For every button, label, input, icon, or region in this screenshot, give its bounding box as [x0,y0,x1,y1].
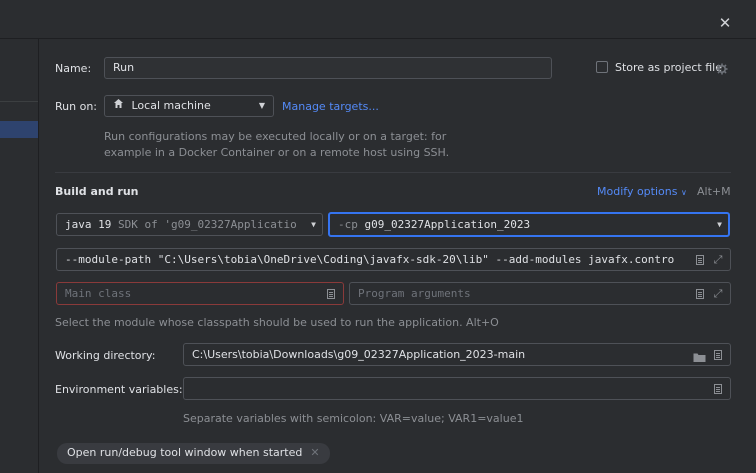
open-tool-window-option-chip[interactable]: Open run/debug tool window when started ✕ [57,443,330,464]
modify-options-label: Modify options [597,185,678,198]
manage-targets-link[interactable]: Manage targets... [282,100,379,113]
main-class-input[interactable]: Main class [56,282,344,305]
name-input[interactable]: Run [104,57,552,79]
vm-options-value: --module-path "C:\Users\tobia\OneDrive\C… [65,253,675,266]
document-icon[interactable] [714,350,722,360]
jdk-java-version: java 19 [65,218,112,231]
document-icon[interactable] [327,289,335,299]
home-icon [113,96,124,116]
dialog-title-bar [0,0,756,39]
document-icon[interactable] [714,384,722,394]
run-on-hint-line1: Run configurations may be executed local… [104,130,447,143]
program-arguments-placeholder: Program arguments [358,287,471,300]
open-tool-window-option-label: Open run/debug tool window when started [67,446,303,459]
chevron-down-icon: ▼ [308,214,316,235]
section-title: Build and run [55,185,139,198]
chevron-down-icon: ∨ [680,188,687,197]
working-directory-label: Working directory: [55,349,156,362]
chevron-down-icon: ▼ [258,101,265,110]
jdk-description: SDK of 'g09_02327Applicatio [117,218,297,231]
sidebar-divider [0,101,38,102]
working-directory-value: C:\Users\tobia\Downloads\g09_02327Applic… [192,348,526,361]
classpath-prefix: -cp [338,218,358,231]
expand-icon[interactable]: ⤢ [712,254,724,266]
document-icon[interactable] [696,289,704,299]
environment-variables-input[interactable] [183,377,731,400]
gear-icon[interactable] [716,63,728,78]
sidebar-selected-configuration[interactable] [0,121,38,138]
main-class-placeholder: Main class [65,287,132,300]
close-icon[interactable]: ✕ [310,446,319,459]
run-on-value: Local machine [131,99,211,112]
expand-icon[interactable]: ⤢ [712,288,724,300]
classpath-module-select[interactable]: -cp g09_02327Application_2023 ▼ [328,212,730,237]
document-icon[interactable] [696,255,704,265]
run-on-hint-line2: example in a Docker Container or on a re… [104,146,450,159]
store-as-project-file-label: Store as project file [615,61,722,74]
environment-variables-label: Environment variables: [55,383,183,396]
run-configuration-form: Name: Run Store as project file Run on: … [39,39,756,473]
program-arguments-input[interactable]: Program arguments ⤢ [349,282,731,305]
name-label: Name: [55,62,92,75]
configurations-sidebar [0,39,39,473]
jdk-select[interactable]: java 19 SDK of 'g09_02327Applicatio ▼ [56,213,323,236]
section-divider [55,172,731,173]
run-on-select[interactable]: Local machine ▼ [104,95,274,117]
environment-variables-hint: Separate variables with semicolon: VAR=v… [183,412,524,425]
chevron-down-icon: ▼ [717,220,722,229]
classpath-module-value: g09_02327Application_2023 [364,218,531,231]
vm-options-input[interactable]: --module-path "C:\Users\tobia\OneDrive\C… [56,248,731,271]
folder-icon[interactable] [693,349,706,365]
modify-options-link[interactable]: Modify options ∨ [597,185,687,198]
name-input-value: Run [113,61,135,74]
working-directory-input[interactable]: C:\Users\tobia\Downloads\g09_02327Applic… [183,343,731,366]
module-hint: Select the module whose classpath should… [55,316,499,329]
run-on-label: Run on: [55,100,97,113]
close-icon[interactable]: ✕ [714,12,736,34]
store-as-project-file-checkbox[interactable] [596,61,608,73]
modify-options-shortcut: Alt+M [697,185,731,198]
